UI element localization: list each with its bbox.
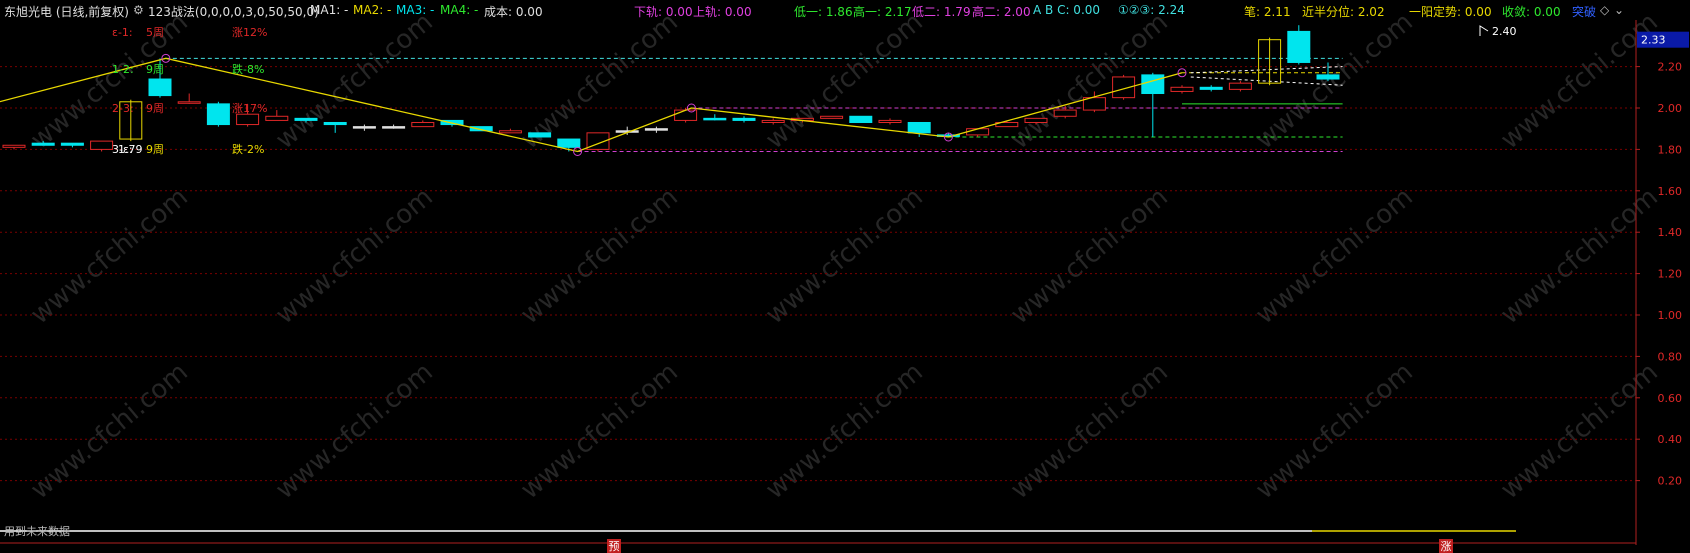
candle-body xyxy=(907,121,931,134)
y-tick-label: 0.60 xyxy=(1658,392,1683,405)
candle-body xyxy=(557,138,581,148)
marker-label: 预 xyxy=(609,540,620,553)
candle-body xyxy=(177,101,201,104)
watermark-text: www.cfchi.com xyxy=(25,357,194,505)
high-value-label: 2.40 xyxy=(1492,25,1517,38)
wave-note-pct: 跌-2% xyxy=(232,142,264,156)
wave-note-pct: 涨17% xyxy=(232,102,267,115)
watermark-text: www.cfchi.com xyxy=(1005,182,1174,330)
wave-note-label: 1-2: xyxy=(112,63,134,76)
wave-note-weeks: 9周 xyxy=(146,63,164,76)
price-axis: 2.20 2.00 1.80 1.60 1.40 1.20 1.00 0.80 0.60 0.40… xyxy=(1635,20,1689,545)
candle-body xyxy=(148,78,172,97)
watermark-text: www.cfchi.com xyxy=(760,182,929,330)
y-tick-label: 2.20 xyxy=(1658,61,1683,74)
candle-body xyxy=(1228,82,1252,90)
watermark-text: www.cfchi.com xyxy=(760,357,929,505)
watermark-text: www.cfchi.com xyxy=(760,7,929,155)
wave-note-label: ε-1: xyxy=(112,26,133,39)
candle-body xyxy=(703,117,727,121)
candle-body xyxy=(1199,86,1223,90)
y-tick-label: 0.20 xyxy=(1658,475,1683,488)
watermark-text: www.cfchi.com xyxy=(1495,7,1664,155)
watermark-text: www.cfchi.com xyxy=(515,357,684,505)
candle-body xyxy=(644,128,668,131)
watermark-text: www.cfchi.com xyxy=(270,357,439,505)
wave-note-weeks: 9周 xyxy=(146,102,164,115)
candle-body xyxy=(236,113,260,126)
candle-body xyxy=(761,119,785,123)
watermark-text: www.cfchi.com xyxy=(1250,357,1419,505)
candle-body xyxy=(878,119,902,123)
watermark-text: www.cfchi.com xyxy=(1495,357,1664,505)
candle-body xyxy=(323,121,347,126)
candle-body xyxy=(498,130,522,134)
candlestick-chart[interactable]: www.cfchi.com www.cfchi.com www.cfchi.com w… xyxy=(0,0,1690,553)
last-price-label: 2.33 xyxy=(1641,34,1666,47)
candle-body xyxy=(2,144,26,148)
y-tick-label: 2.00 xyxy=(1658,102,1683,115)
watermark-text: www.cfchi.com xyxy=(25,182,194,330)
candle-body xyxy=(206,103,230,126)
candle-body xyxy=(820,115,844,119)
wave-note-label: 2-3: xyxy=(112,102,134,115)
candle-body xyxy=(265,115,289,121)
candle-body xyxy=(849,115,873,123)
watermark-text: www.cfchi.com xyxy=(270,182,439,330)
marker-label: 涨 xyxy=(1441,540,1452,553)
candle-body xyxy=(1053,109,1077,117)
high-arrow-icon xyxy=(1479,25,1489,36)
candle-body xyxy=(411,121,435,128)
candle-body xyxy=(60,142,84,146)
candle-body xyxy=(1287,30,1311,63)
wave-note-pct: 涨12% xyxy=(232,26,267,39)
watermark-text: www.cfchi.com xyxy=(1005,357,1174,505)
bottom-strip: 用到未来数据预 涨 xyxy=(0,524,1636,553)
candle-body xyxy=(31,142,55,146)
y-tick-label: 0.80 xyxy=(1658,350,1683,363)
candle-body xyxy=(90,140,114,150)
candle-body xyxy=(1316,74,1340,80)
wave-note-weeks: 9周 xyxy=(146,143,164,156)
watermark-text: www.cfchi.com xyxy=(270,7,439,155)
y-tick-label: 1.60 xyxy=(1658,185,1683,198)
wave-note-weeks: 5周 xyxy=(146,26,164,39)
wave-note-pct: 跌-8% xyxy=(232,62,264,76)
bottom-note: 用到未来数据 xyxy=(4,524,70,538)
candle-body xyxy=(294,117,318,121)
y-tick-label: 1.80 xyxy=(1658,143,1683,156)
y-tick-label: 0.40 xyxy=(1658,433,1683,446)
watermark-text: www.cfchi.com xyxy=(1250,182,1419,330)
y-tick-label: 1.00 xyxy=(1658,309,1683,322)
wave-low-value: 1.79 xyxy=(118,143,143,156)
candle-body xyxy=(732,117,756,121)
candle-body xyxy=(1170,86,1194,92)
candle-body xyxy=(528,132,552,138)
watermark-text: www.cfchi.com xyxy=(1495,182,1664,330)
candle-body xyxy=(352,126,376,129)
watermark-text: www.cfchi.com xyxy=(515,182,684,330)
y-tick-label: 1.40 xyxy=(1658,226,1683,239)
y-tick-label: 1.20 xyxy=(1658,268,1683,281)
candle-body xyxy=(1024,117,1048,123)
converge-line xyxy=(1190,66,1343,74)
candle-body xyxy=(1141,74,1165,95)
candle-body xyxy=(382,126,406,129)
